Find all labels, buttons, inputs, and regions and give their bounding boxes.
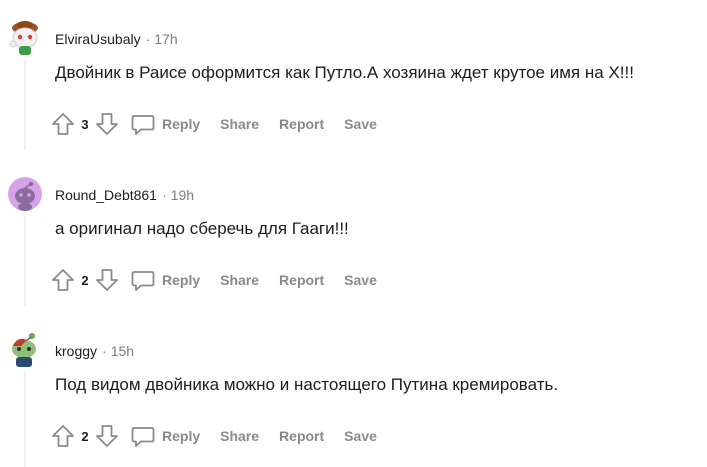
timestamp[interactable]: 19h bbox=[171, 187, 194, 203]
chat-bubble-icon bbox=[130, 111, 156, 137]
reply-button[interactable]: Reply bbox=[130, 111, 200, 137]
comment-actions: 2 Reply Share Report Save bbox=[50, 264, 377, 296]
snoo-avatar-purple-icon[interactable] bbox=[7, 176, 43, 212]
comment: ElviraUsubaly · 17h Двойник в Раисе оформи… bbox=[0, 20, 707, 150]
report-button[interactable]: Report bbox=[279, 428, 324, 444]
downvote-icon[interactable] bbox=[94, 267, 120, 293]
comment-meta: kroggy · 15h bbox=[55, 342, 134, 360]
downvote-icon[interactable] bbox=[94, 423, 120, 449]
chat-bubble-icon bbox=[130, 423, 156, 449]
snoo-avatar-hat-icon[interactable] bbox=[7, 20, 43, 56]
snoo-avatar-zombie-icon[interactable] bbox=[7, 332, 43, 368]
vote-score: 2 bbox=[81, 272, 89, 288]
comment: kroggy · 15h Под видом двойника можно и на… bbox=[0, 332, 707, 467]
vote-score: 2 bbox=[81, 428, 89, 444]
report-button[interactable]: Report bbox=[279, 272, 324, 288]
username-link[interactable]: kroggy bbox=[55, 343, 97, 359]
username-link[interactable]: ElviraUsubaly bbox=[55, 31, 141, 47]
timestamp[interactable]: 17h bbox=[154, 31, 177, 47]
comment: Round_Debt861 · 19h а оригинал надо сбереч… bbox=[0, 176, 707, 306]
reply-label: Reply bbox=[162, 428, 201, 444]
comment-actions: 3 Reply Share Report Save bbox=[50, 108, 377, 140]
report-button[interactable]: Report bbox=[279, 116, 324, 132]
comment-meta: Round_Debt861 · 19h bbox=[55, 186, 194, 204]
thread-line[interactable] bbox=[24, 372, 26, 467]
reply-button[interactable]: Reply bbox=[130, 267, 200, 293]
comment-text: а оригинал надо сберечь для Гааги!!! bbox=[55, 219, 349, 238]
comment-text: Под видом двойника можно и настоящего Пу… bbox=[55, 375, 559, 394]
upvote-icon[interactable] bbox=[50, 111, 76, 137]
meta-separator: · bbox=[102, 343, 107, 359]
reply-label: Reply bbox=[162, 116, 201, 132]
meta-separator: · bbox=[145, 31, 151, 47]
share-button[interactable]: Share bbox=[220, 428, 259, 444]
comment-text: Двойник в Раисе оформится как Путло.А хо… bbox=[55, 63, 634, 82]
save-button[interactable]: Save bbox=[344, 116, 377, 132]
comment-meta: ElviraUsubaly · 17h bbox=[55, 30, 178, 48]
thread-line[interactable] bbox=[24, 60, 26, 150]
timestamp[interactable]: 15h bbox=[111, 343, 134, 359]
reply-label: Reply bbox=[162, 272, 201, 288]
username-link[interactable]: Round_Debt861 bbox=[55, 187, 157, 203]
vote-score: 3 bbox=[81, 116, 89, 132]
upvote-icon[interactable] bbox=[50, 423, 76, 449]
chat-bubble-icon bbox=[130, 267, 156, 293]
save-button[interactable]: Save bbox=[344, 428, 377, 444]
save-button[interactable]: Save bbox=[344, 272, 377, 288]
share-button[interactable]: Share bbox=[220, 116, 259, 132]
meta-separator: · bbox=[161, 187, 167, 203]
thread-line[interactable] bbox=[24, 216, 26, 306]
upvote-icon[interactable] bbox=[50, 267, 76, 293]
share-button[interactable]: Share bbox=[220, 272, 259, 288]
comment-actions: 2 Reply Share Report Save bbox=[50, 420, 377, 452]
downvote-icon[interactable] bbox=[94, 111, 120, 137]
reply-button[interactable]: Reply bbox=[130, 423, 200, 449]
